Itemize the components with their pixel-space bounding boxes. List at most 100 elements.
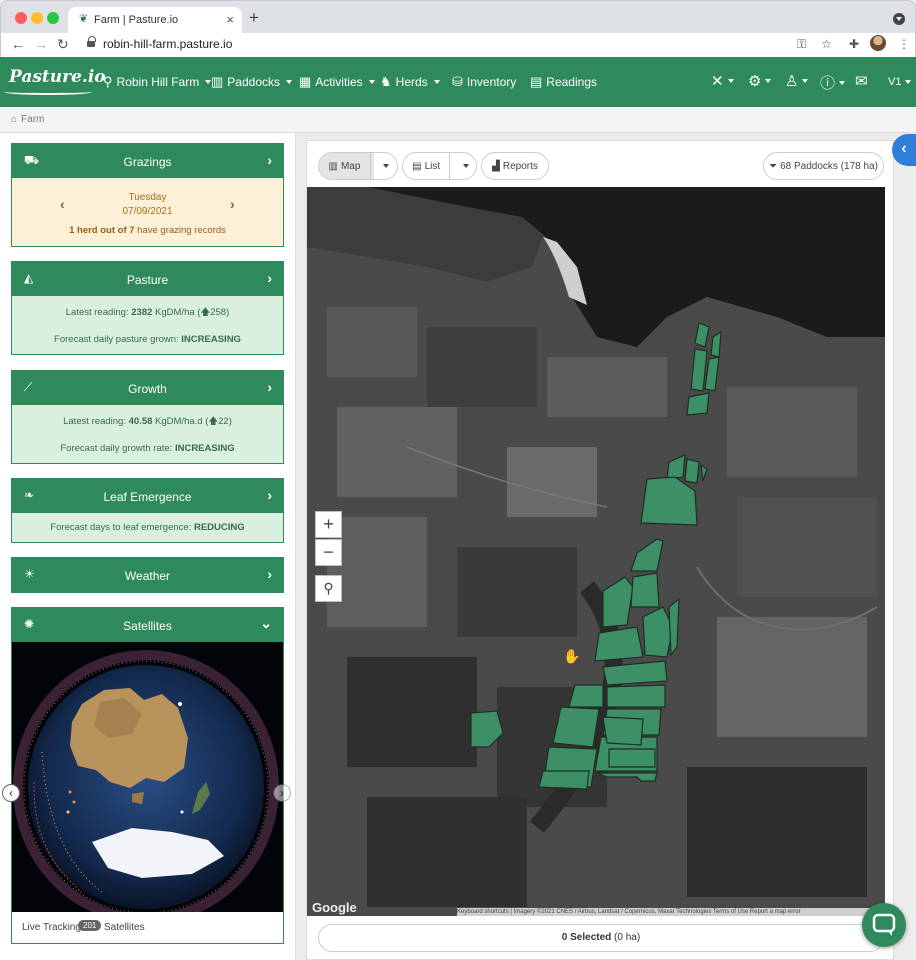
list-view-dropdown[interactable] bbox=[453, 164, 476, 168]
breadcrumb[interactable]: ⌂ Farm bbox=[11, 114, 44, 125]
browser-tab[interactable]: ❦ Farm | Pasture.io × bbox=[68, 7, 242, 34]
maximize-window-button[interactable] bbox=[47, 12, 59, 24]
selected-count: 0 Selected bbox=[561, 932, 612, 943]
map-view-button[interactable]: ▥ Map bbox=[319, 153, 371, 179]
satellite-globe-view[interactable] bbox=[12, 642, 283, 912]
tab-search-icon[interactable] bbox=[893, 13, 905, 25]
nav-paddocks-label: Paddocks bbox=[227, 75, 280, 89]
growth-forecast-prefix: Forecast daily growth rate: bbox=[60, 443, 175, 454]
nav-inventory[interactable]: ⛁ Inventory bbox=[452, 74, 516, 90]
bookmark-star-icon[interactable]: ☆ bbox=[821, 36, 832, 52]
nav-herds[interactable]: ♞ Herds bbox=[380, 74, 440, 90]
leaf-forecast-value: REDUCING bbox=[193, 522, 245, 533]
chevron-down-icon bbox=[368, 80, 375, 84]
nav-farm-label: Robin Hill Farm bbox=[116, 75, 200, 89]
grazings-body: ‹ › Tuesday 07/09/2021 1 herd out of 7 h… bbox=[12, 178, 283, 246]
version-menu[interactable]: V1 bbox=[888, 76, 912, 88]
growth-reading-change: 22 bbox=[218, 416, 229, 427]
grazing-date: 07/09/2021 bbox=[122, 206, 173, 217]
carousel-prev-button[interactable]: ‹ bbox=[2, 784, 20, 802]
selected-area: (0 ha) bbox=[611, 932, 641, 943]
zoom-out-button[interactable]: − bbox=[315, 539, 342, 566]
help-menu[interactable]: ⓘ bbox=[820, 72, 846, 93]
satellites-card: ✺ Satellites ⌄ Live Tracking 201 Satelli… bbox=[11, 607, 284, 944]
carousel-next-button[interactable]: › bbox=[273, 784, 291, 802]
satellites-header[interactable]: ✺ Satellites ⌄ bbox=[12, 608, 283, 642]
close-tab-icon[interactable]: × bbox=[226, 12, 234, 27]
weather-header[interactable]: ☀ Weather › bbox=[12, 558, 283, 592]
map-view-dropdown[interactable] bbox=[373, 153, 397, 179]
leaf-emergence-body: Forecast days to leaf emergence: REDUCIN… bbox=[12, 513, 283, 542]
chat-bubble-icon bbox=[872, 913, 896, 936]
reload-icon[interactable]: ↻ bbox=[57, 36, 69, 52]
map-marker-icon: ⚲ bbox=[323, 580, 334, 596]
chevron-down-icon bbox=[462, 164, 469, 168]
side-panel-toggle[interactable]: ‹ bbox=[892, 134, 916, 166]
chevron-down-icon bbox=[727, 79, 734, 83]
breadcrumb-farm[interactable]: Farm bbox=[21, 114, 44, 125]
leaf-emergence-header[interactable]: ❧ Leaf Emergence › bbox=[12, 479, 283, 513]
pasture-forecast: Forecast daily pasture grown: INCREASING bbox=[12, 334, 283, 345]
forward-icon[interactable]: → bbox=[34, 36, 48, 52]
key-icon[interactable]: ⚿ bbox=[797, 36, 806, 52]
live-tracking-label: Live Tracking bbox=[22, 922, 81, 933]
minimize-window-button[interactable] bbox=[31, 12, 43, 24]
version-label: V1 bbox=[888, 76, 902, 88]
nav-activities[interactable]: ▦ Activities bbox=[299, 74, 375, 90]
chevron-down-icon: ⌄ bbox=[260, 615, 272, 631]
selection-summary-bar[interactable]: 0 Selected (0 ha) bbox=[318, 924, 884, 952]
pasture-forecast-value: INCREASING bbox=[181, 334, 241, 345]
zoom-in-button[interactable]: + bbox=[315, 511, 342, 538]
satellite-map[interactable]: ✋ + − ⚲ Google Keyboard shortcuts | Imag… bbox=[307, 187, 885, 916]
tools-menu[interactable]: ✕ bbox=[711, 72, 734, 90]
chevron-left-icon: ‹ bbox=[901, 140, 907, 157]
new-tab-icon[interactable]: + bbox=[249, 9, 259, 26]
growth-reading: Latest reading: 40.58 KgDM/ha.d (🡅22) bbox=[63, 416, 232, 427]
close-window-button[interactable] bbox=[15, 12, 27, 24]
user-menu[interactable]: ♙ bbox=[785, 72, 809, 90]
grazings-header[interactable]: ⛟ Grazings › bbox=[12, 144, 283, 178]
back-icon[interactable]: ← bbox=[11, 36, 25, 52]
pasture-header[interactable]: ◭ Pasture › bbox=[12, 262, 283, 296]
lock-icon bbox=[87, 36, 96, 48]
growth-header[interactable]: ⟋ Growth › bbox=[12, 371, 283, 405]
filter-icon: ⏷ bbox=[769, 160, 778, 172]
map-attribution[interactable]: Keyboard shortcuts | Imagery ©2021 CNES … bbox=[457, 908, 885, 916]
list-view-button[interactable]: ▤ List bbox=[403, 153, 451, 179]
chevron-right-icon: › bbox=[267, 152, 272, 168]
nav-paddocks[interactable]: ▥ Paddocks bbox=[211, 74, 292, 90]
nav-readings[interactable]: ▤ Readings bbox=[530, 74, 597, 90]
app-navbar: Pasture.io ⚲ Robin Hill Farm ▥ Paddocks … bbox=[0, 57, 916, 107]
cow-icon: ♞ bbox=[380, 74, 392, 89]
map-view-group: ▥ Map bbox=[318, 152, 398, 180]
chevron-right-icon: › bbox=[267, 487, 272, 503]
leaf-emergence-title: Leaf Emergence bbox=[103, 490, 192, 504]
extensions-icon[interactable]: ✚ bbox=[849, 36, 859, 52]
chevron-right-icon: › bbox=[267, 270, 272, 286]
chat-menu[interactable]: ✉ bbox=[855, 72, 868, 90]
comments-icon: ✉ bbox=[855, 73, 868, 90]
settings-menu[interactable]: ⚙ bbox=[748, 72, 772, 90]
grazing-summary-text: have grazing records bbox=[134, 225, 226, 236]
pasture-reading-change: 258 bbox=[210, 307, 227, 318]
tools-icon: ✕ bbox=[711, 73, 724, 90]
growth-card: ⟋ Growth › Latest reading: 40.58 KgDM/ha… bbox=[11, 370, 284, 464]
chat-widget-button[interactable] bbox=[862, 903, 906, 947]
chevron-down-icon bbox=[765, 79, 772, 83]
growth-reading-value: 40.58 bbox=[128, 416, 153, 427]
arrow-up-icon: 🡅 bbox=[200, 307, 211, 318]
paddock-filter-button[interactable]: ⏷ 68 Paddocks (178 ha) bbox=[763, 152, 884, 180]
map-view-label: Map bbox=[340, 160, 361, 172]
table-icon: ▤ bbox=[412, 160, 422, 172]
nav-herds-label: Herds bbox=[395, 75, 428, 89]
pasture-logo[interactable]: Pasture.io bbox=[9, 67, 106, 87]
url-text: robin-hill-farm.pasture.io bbox=[103, 37, 233, 51]
reports-button[interactable]: ▟ Reports bbox=[481, 152, 549, 180]
nav-farm-selector[interactable]: ⚲ Robin Hill Farm bbox=[103, 74, 212, 90]
browser-menu-icon[interactable]: ⋮ bbox=[898, 36, 910, 52]
locate-button[interactable]: ⚲ bbox=[315, 575, 342, 602]
profile-avatar[interactable] bbox=[870, 35, 886, 51]
weather-card: ☀ Weather › bbox=[11, 557, 284, 593]
help-icon: ⓘ bbox=[820, 75, 836, 92]
address-bar[interactable]: robin-hill-farm.pasture.io bbox=[81, 34, 851, 55]
